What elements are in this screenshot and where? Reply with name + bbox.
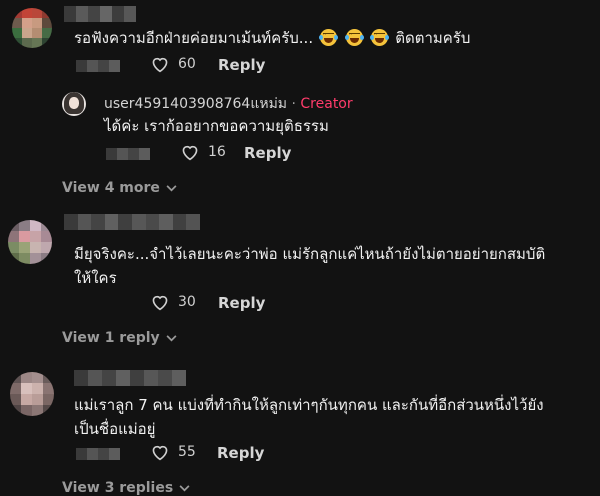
heart-outline-icon: [182, 145, 198, 161]
comment-text: แม่เราลูก 7 คน แบ่งที่ทำกินให้ลูกเท่าๆกั…: [74, 396, 544, 438]
blurred-username: [64, 6, 136, 22]
view-more-replies[interactable]: View 1 reply: [62, 330, 177, 346]
comment-text: มียุจริงคะ...จำไว้เลยนะคะว่าพ่อ แม่รักลู…: [74, 245, 546, 287]
blurred-username: [64, 214, 200, 230]
like-count: 55: [178, 444, 196, 460]
reply-button[interactable]: Reply: [218, 56, 265, 74]
blurred-timestamp: [76, 448, 120, 460]
like-count: 16: [208, 144, 226, 160]
reply-button[interactable]: Reply: [244, 144, 291, 162]
comment-text: รอฟังความอีกฝ่ายค่อยมาเม้นท์ครับ... ติดต…: [74, 29, 471, 47]
blurred-timestamp: [106, 148, 150, 160]
like-count: 60: [178, 56, 196, 72]
reply-header: user4591403908764แหม่ม · Creator: [104, 96, 353, 112]
like-count: 30: [178, 294, 196, 310]
heart-outline-icon: [152, 57, 168, 73]
username[interactable]: user4591403908764แหม่ม: [104, 96, 287, 112]
like-button[interactable]: 30: [150, 293, 196, 311]
chevron-down-icon: [179, 484, 190, 491]
tears-of-joy-emoji: [318, 29, 338, 46]
chevron-down-icon: [166, 334, 177, 341]
heart-outline-icon: [152, 445, 168, 461]
avatar[interactable]: [12, 8, 52, 48]
view-more-replies[interactable]: View 3 replies: [62, 480, 190, 496]
creator-badge: Creator: [300, 96, 353, 112]
like-button[interactable]: 60: [150, 55, 196, 73]
avatar[interactable]: [10, 372, 54, 416]
like-button[interactable]: 55: [150, 443, 196, 461]
tears-of-joy-emoji: [370, 29, 390, 46]
avatar[interactable]: [8, 220, 52, 264]
avatar[interactable]: [62, 92, 86, 116]
blurred-timestamp: [76, 60, 120, 72]
blurred-username: [74, 370, 186, 386]
reply-button[interactable]: Reply: [218, 294, 265, 312]
chevron-down-icon: [166, 184, 177, 191]
like-button[interactable]: 16: [180, 143, 226, 161]
reply-button[interactable]: Reply: [217, 444, 264, 462]
view-more-replies[interactable]: View 4 more: [62, 180, 177, 196]
reply-text: ได้ค่ะ เราก้ออยากขอความยุติธรรม: [104, 117, 329, 135]
heart-outline-icon: [152, 295, 168, 311]
tears-of-joy-emoji: [344, 29, 364, 46]
